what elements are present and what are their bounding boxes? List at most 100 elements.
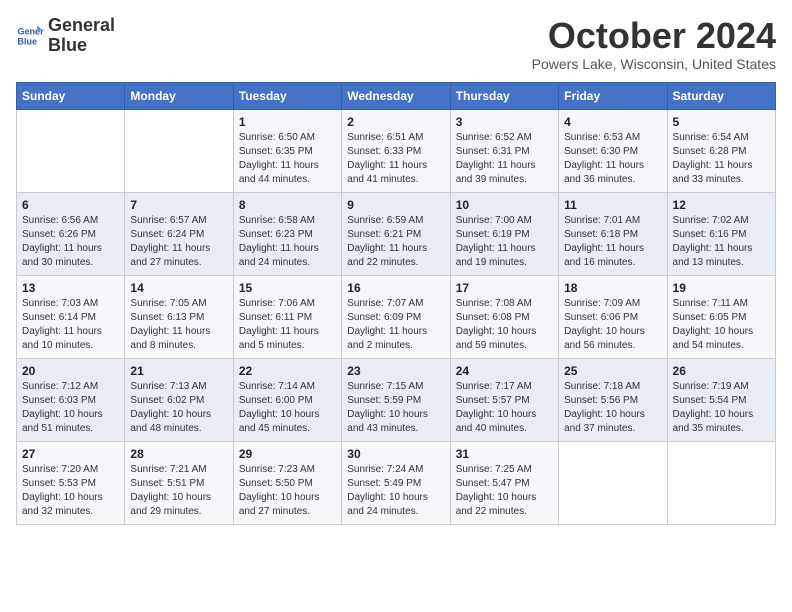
calendar-cell: 15Sunrise: 7:06 AM Sunset: 6:11 PM Dayli… xyxy=(233,275,341,358)
calendar-cell: 9 Sunrise: 6:59 AM Sunset: 6:21 PM Daylig… xyxy=(342,192,450,275)
calendar-table: SundayMondayTuesdayWednesdayThursdayFrid… xyxy=(16,82,776,525)
day-number: 26 xyxy=(673,364,770,378)
day-info: Sunrise: 7:24 AM Sunset: 5:49 PM Dayligh… xyxy=(347,463,444,519)
day-info: Sunrise: 7:03 AM Sunset: 6:14 PM Dayligh… xyxy=(22,297,119,353)
day-info: Sunrise: 7:01 AM Sunset: 6:18 PM Dayligh… xyxy=(564,214,661,270)
calendar-cell: 8 Sunrise: 6:58 AM Sunset: 6:23 PM Daylig… xyxy=(233,192,341,275)
day-number: 7 xyxy=(130,198,227,212)
month-title: October 2024 xyxy=(532,16,776,56)
day-number: 11 xyxy=(564,198,661,212)
day-number: 1 xyxy=(239,115,336,129)
day-number: 28 xyxy=(130,447,227,461)
weekday-header-cell: Saturday xyxy=(667,82,775,109)
calendar-cell: 22 Sunrise: 7:14 AM Sunset: 6:00 PM Dayli… xyxy=(233,358,341,441)
day-number: 12 xyxy=(673,198,770,212)
calendar-week-row: 27Sunrise: 7:20 AM Sunset: 5:53 PM Dayli… xyxy=(17,441,776,524)
day-info: Sunrise: 7:12 AM Sunset: 6:03 PM Dayligh… xyxy=(22,380,119,436)
calendar-cell: 3 Sunrise: 6:52 AM Sunset: 6:31 PM Daylig… xyxy=(450,109,558,192)
calendar-cell: 14Sunrise: 7:05 AM Sunset: 6:13 PM Dayli… xyxy=(125,275,233,358)
day-info: Sunrise: 7:25 AM Sunset: 5:47 PM Dayligh… xyxy=(456,463,553,519)
calendar-cell: 20 Sunrise: 7:12 AM Sunset: 6:03 PM Dayli… xyxy=(17,358,125,441)
calendar-cell: 24Sunrise: 7:17 AM Sunset: 5:57 PM Dayli… xyxy=(450,358,558,441)
day-number: 9 xyxy=(347,198,444,212)
day-number: 20 xyxy=(22,364,119,378)
calendar-cell: 12Sunrise: 7:02 AM Sunset: 6:16 PM Dayli… xyxy=(667,192,775,275)
logo: General Blue General Blue xyxy=(16,16,115,56)
day-info: Sunrise: 7:08 AM Sunset: 6:08 PM Dayligh… xyxy=(456,297,553,353)
day-info: Sunrise: 6:52 AM Sunset: 6:31 PM Dayligh… xyxy=(456,131,553,187)
day-info: Sunrise: 7:19 AM Sunset: 5:54 PM Dayligh… xyxy=(673,380,770,436)
calendar-cell: 21Sunrise: 7:13 AM Sunset: 6:02 PM Dayli… xyxy=(125,358,233,441)
calendar-cell: 18 Sunrise: 7:09 AM Sunset: 6:06 PM Dayli… xyxy=(559,275,667,358)
calendar-cell: 13Sunrise: 7:03 AM Sunset: 6:14 PM Dayli… xyxy=(17,275,125,358)
logo-text: General Blue xyxy=(48,16,115,56)
calendar-cell: 30Sunrise: 7:24 AM Sunset: 5:49 PM Dayli… xyxy=(342,441,450,524)
calendar-cell: 29 Sunrise: 7:23 AM Sunset: 5:50 PM Dayli… xyxy=(233,441,341,524)
calendar-body: 1 Sunrise: 6:50 AM Sunset: 6:35 PM Daylig… xyxy=(17,109,776,524)
day-number: 8 xyxy=(239,198,336,212)
calendar-cell: 19 Sunrise: 7:11 AM Sunset: 6:05 PM Dayli… xyxy=(667,275,775,358)
day-number: 22 xyxy=(239,364,336,378)
day-info: Sunrise: 7:15 AM Sunset: 5:59 PM Dayligh… xyxy=(347,380,444,436)
calendar-cell xyxy=(667,441,775,524)
day-number: 19 xyxy=(673,281,770,295)
day-number: 21 xyxy=(130,364,227,378)
weekday-header-cell: Sunday xyxy=(17,82,125,109)
day-info: Sunrise: 6:50 AM Sunset: 6:35 PM Dayligh… xyxy=(239,131,336,187)
day-number: 29 xyxy=(239,447,336,461)
day-info: Sunrise: 7:00 AM Sunset: 6:19 PM Dayligh… xyxy=(456,214,553,270)
day-number: 16 xyxy=(347,281,444,295)
day-info: Sunrise: 7:07 AM Sunset: 6:09 PM Dayligh… xyxy=(347,297,444,353)
day-number: 3 xyxy=(456,115,553,129)
svg-text:Blue: Blue xyxy=(17,36,37,46)
day-info: Sunrise: 7:14 AM Sunset: 6:00 PM Dayligh… xyxy=(239,380,336,436)
calendar-cell xyxy=(17,109,125,192)
calendar-cell: 31Sunrise: 7:25 AM Sunset: 5:47 PM Dayli… xyxy=(450,441,558,524)
calendar-cell: 17 Sunrise: 7:08 AM Sunset: 6:08 PM Dayli… xyxy=(450,275,558,358)
day-number: 2 xyxy=(347,115,444,129)
day-number: 18 xyxy=(564,281,661,295)
day-number: 27 xyxy=(22,447,119,461)
day-info: Sunrise: 7:23 AM Sunset: 5:50 PM Dayligh… xyxy=(239,463,336,519)
day-info: Sunrise: 6:56 AM Sunset: 6:26 PM Dayligh… xyxy=(22,214,119,270)
day-info: Sunrise: 7:21 AM Sunset: 5:51 PM Dayligh… xyxy=(130,463,227,519)
day-info: Sunrise: 6:58 AM Sunset: 6:23 PM Dayligh… xyxy=(239,214,336,270)
day-info: Sunrise: 6:54 AM Sunset: 6:28 PM Dayligh… xyxy=(673,131,770,187)
day-number: 25 xyxy=(564,364,661,378)
calendar-cell: 6 Sunrise: 6:56 AM Sunset: 6:26 PM Daylig… xyxy=(17,192,125,275)
weekday-header-row: SundayMondayTuesdayWednesdayThursdayFrid… xyxy=(17,82,776,109)
calendar-cell: 5Sunrise: 6:54 AM Sunset: 6:28 PM Daylig… xyxy=(667,109,775,192)
day-number: 17 xyxy=(456,281,553,295)
calendar-week-row: 13Sunrise: 7:03 AM Sunset: 6:14 PM Dayli… xyxy=(17,275,776,358)
day-info: Sunrise: 7:09 AM Sunset: 6:06 PM Dayligh… xyxy=(564,297,661,353)
day-info: Sunrise: 6:53 AM Sunset: 6:30 PM Dayligh… xyxy=(564,131,661,187)
calendar-cell: 1 Sunrise: 6:50 AM Sunset: 6:35 PM Daylig… xyxy=(233,109,341,192)
day-number: 4 xyxy=(564,115,661,129)
weekday-header-cell: Thursday xyxy=(450,82,558,109)
calendar-cell: 10 Sunrise: 7:00 AM Sunset: 6:19 PM Dayli… xyxy=(450,192,558,275)
logo-icon: General Blue xyxy=(16,22,44,50)
calendar-cell: 11 Sunrise: 7:01 AM Sunset: 6:18 PM Dayli… xyxy=(559,192,667,275)
weekday-header-cell: Monday xyxy=(125,82,233,109)
title-block: October 2024 Powers Lake, Wisconsin, Uni… xyxy=(532,16,776,72)
day-info: Sunrise: 6:57 AM Sunset: 6:24 PM Dayligh… xyxy=(130,214,227,270)
weekday-header-cell: Friday xyxy=(559,82,667,109)
day-number: 6 xyxy=(22,198,119,212)
day-number: 10 xyxy=(456,198,553,212)
svg-text:General: General xyxy=(17,26,44,36)
calendar-cell: 2 Sunrise: 6:51 AM Sunset: 6:33 PM Daylig… xyxy=(342,109,450,192)
calendar-week-row: 20 Sunrise: 7:12 AM Sunset: 6:03 PM Dayli… xyxy=(17,358,776,441)
calendar-cell: 28 Sunrise: 7:21 AM Sunset: 5:51 PM Dayli… xyxy=(125,441,233,524)
calendar-cell: 16 Sunrise: 7:07 AM Sunset: 6:09 PM Dayli… xyxy=(342,275,450,358)
weekday-header-cell: Wednesday xyxy=(342,82,450,109)
calendar-week-row: 1 Sunrise: 6:50 AM Sunset: 6:35 PM Daylig… xyxy=(17,109,776,192)
day-info: Sunrise: 6:59 AM Sunset: 6:21 PM Dayligh… xyxy=(347,214,444,270)
day-info: Sunrise: 7:05 AM Sunset: 6:13 PM Dayligh… xyxy=(130,297,227,353)
calendar-cell: 27Sunrise: 7:20 AM Sunset: 5:53 PM Dayli… xyxy=(17,441,125,524)
day-number: 23 xyxy=(347,364,444,378)
day-info: Sunrise: 6:51 AM Sunset: 6:33 PM Dayligh… xyxy=(347,131,444,187)
calendar-week-row: 6 Sunrise: 6:56 AM Sunset: 6:26 PM Daylig… xyxy=(17,192,776,275)
day-info: Sunrise: 7:11 AM Sunset: 6:05 PM Dayligh… xyxy=(673,297,770,353)
calendar-cell: 4 Sunrise: 6:53 AM Sunset: 6:30 PM Daylig… xyxy=(559,109,667,192)
day-info: Sunrise: 7:18 AM Sunset: 5:56 PM Dayligh… xyxy=(564,380,661,436)
